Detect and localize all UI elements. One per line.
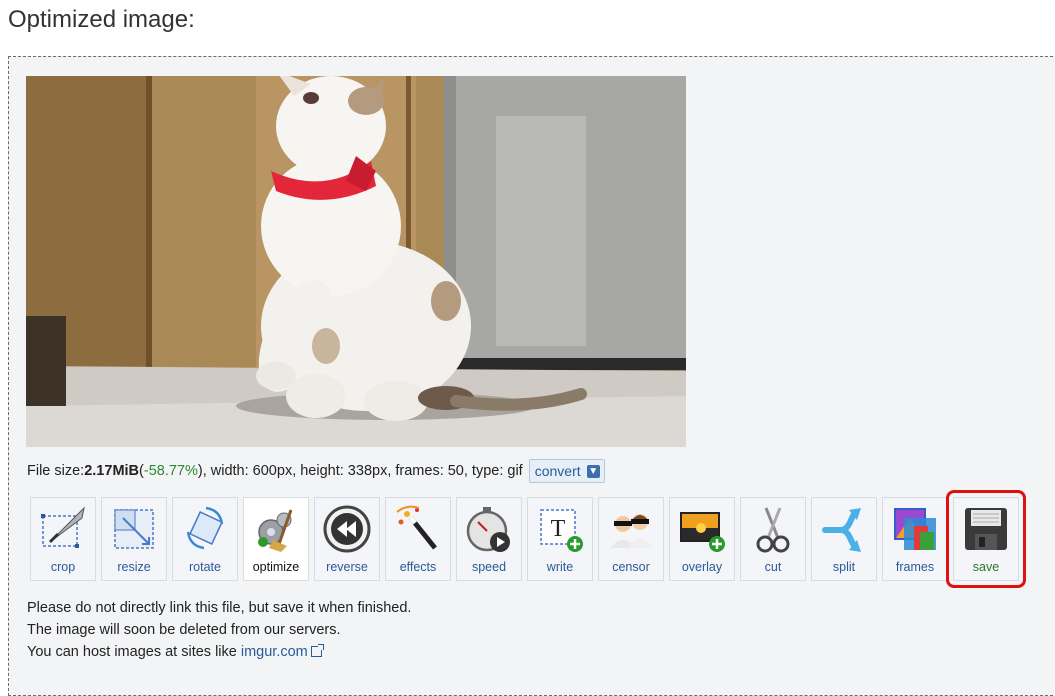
file-info-prefix: File size: <box>27 463 85 479</box>
tool-cut[interactable]: cut <box>740 497 806 581</box>
crop-icon <box>36 502 90 556</box>
tool-label: save <box>972 560 1000 574</box>
tool-write[interactable]: T write <box>527 497 593 581</box>
size-reduction-percent: -58.77% <box>143 463 198 479</box>
write-icon: T <box>533 502 587 556</box>
tool-label: speed <box>471 560 507 574</box>
note-host-prefix: You can host images at sites like <box>27 644 241 660</box>
tool-label: resize <box>117 560 151 574</box>
speed-icon <box>462 502 516 556</box>
tool-reverse[interactable]: reverse <box>314 497 380 581</box>
tool-censor[interactable]: censor <box>598 497 664 581</box>
tool-effects[interactable]: effects <box>385 497 451 581</box>
cut-icon <box>746 502 800 556</box>
reverse-icon <box>320 502 374 556</box>
tool-split[interactable]: split <box>811 497 877 581</box>
save-icon <box>959 502 1013 556</box>
tool-label: split <box>832 560 856 574</box>
convert-button[interactable]: convert ▼ <box>528 459 605 483</box>
tool-optimize[interactable]: optimize <box>243 497 309 581</box>
tool-toolbar: crop resize rotate optimize reverse effe… <box>30 490 1026 588</box>
tool-crop[interactable]: crop <box>30 497 96 581</box>
tool-label: cut <box>764 560 782 574</box>
file-info-details: ), width: 600px, height: 338px, frames: … <box>197 463 523 479</box>
tool-label: reverse <box>326 560 368 574</box>
rotate-icon <box>178 502 232 556</box>
optimize-icon <box>249 502 303 556</box>
tool-label: write <box>546 560 574 574</box>
file-size: 2.17MiB <box>84 463 140 479</box>
tool-label: rotate <box>189 560 221 574</box>
convert-label: convert <box>534 463 581 479</box>
imgur-link[interactable]: imgur.com <box>241 644 308 660</box>
tool-speed[interactable]: speed <box>456 497 522 581</box>
tool-overlay[interactable]: overlay <box>669 497 735 581</box>
censor-icon <box>604 502 658 556</box>
page-title: Optimized image: <box>8 6 195 33</box>
note-line: The image will soon be deleted from our … <box>27 622 341 638</box>
tool-label: crop <box>50 560 76 574</box>
result-panel: File size: 2.17MiB ( -58.77% ), width: 6… <box>8 56 1055 696</box>
svg-text:T: T <box>551 516 566 542</box>
external-link-icon <box>310 644 324 657</box>
tool-rotate[interactable]: rotate <box>172 497 238 581</box>
tool-label: frames <box>895 560 935 574</box>
optimized-image-preview <box>26 76 686 447</box>
usage-notes: Please do not directly link this file, b… <box>27 597 411 663</box>
file-info: File size: 2.17MiB ( -58.77% ), width: 6… <box>27 459 605 483</box>
resize-icon <box>107 502 161 556</box>
arrow-down-icon: ▼ <box>586 464 600 478</box>
note-line: Please do not directly link this file, b… <box>27 600 412 616</box>
tool-label: overlay <box>681 560 723 574</box>
frames-icon <box>888 502 942 556</box>
tool-label: optimize <box>252 560 300 574</box>
split-icon <box>817 502 871 556</box>
tool-resize[interactable]: resize <box>101 497 167 581</box>
effects-icon <box>391 502 445 556</box>
tool-frames[interactable]: frames <box>882 497 948 581</box>
tool-label: censor <box>612 560 650 574</box>
note-line: You can host images at sites like imgur.… <box>27 641 411 663</box>
tool-save[interactable]: save <box>946 490 1026 588</box>
tool-label: effects <box>399 560 437 574</box>
overlay-icon <box>675 502 729 556</box>
